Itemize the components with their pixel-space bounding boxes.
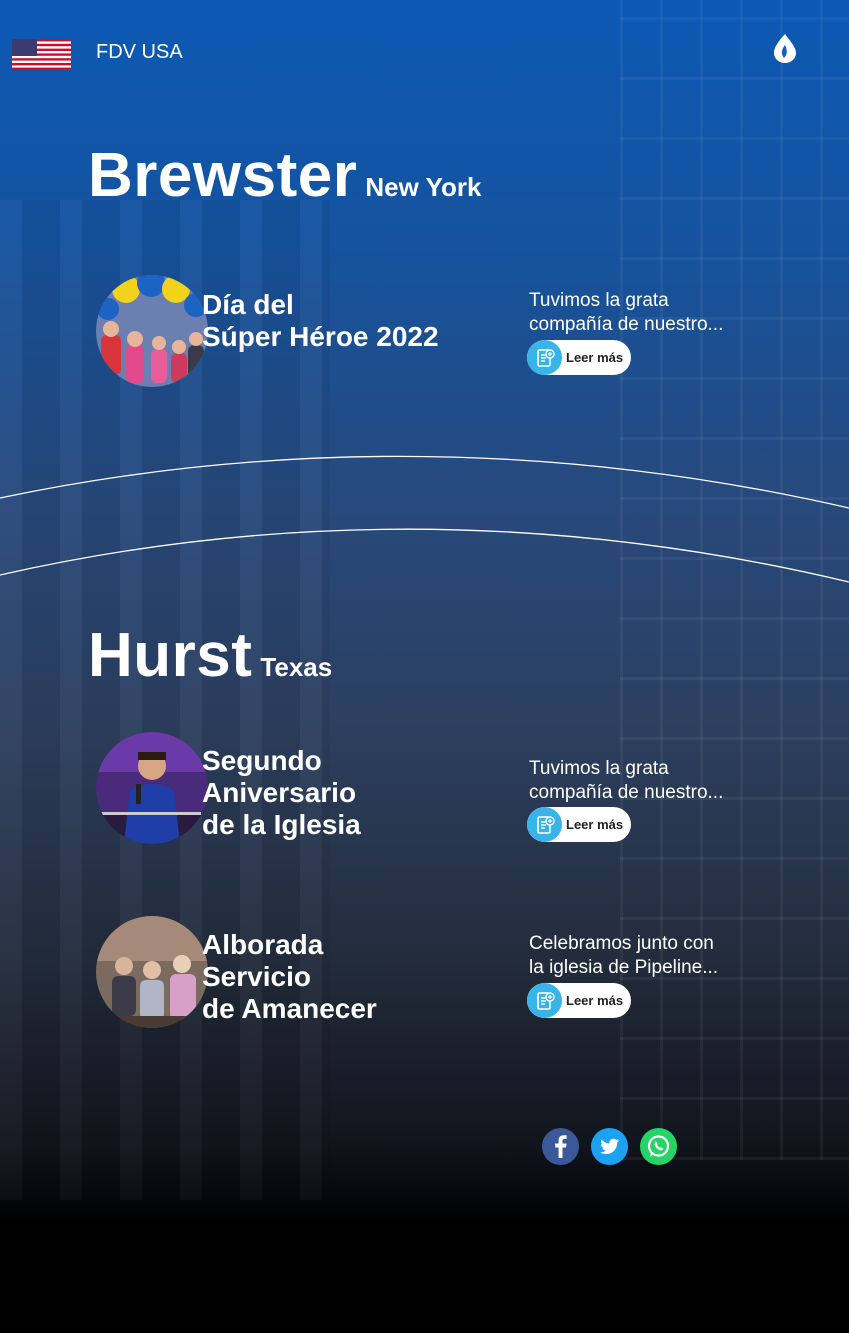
whatsapp-icon[interactable] [640, 1128, 677, 1165]
city-state: New York [365, 172, 482, 202]
event-thumbnail-anniversary[interactable] [96, 732, 208, 844]
event-title[interactable]: Día del Súper Héroe 2022 [202, 289, 439, 353]
us-flag-icon[interactable] [12, 39, 71, 70]
read-more-button[interactable]: Leer más [527, 340, 631, 375]
event-excerpt: Celebramos junto con la iglesia de Pipel… [529, 933, 719, 978]
twitter-icon[interactable] [591, 1128, 628, 1165]
city-name: Hurst [88, 621, 253, 690]
event-excerpt: Tuvimos la grata compañía de nuestro... [529, 290, 724, 335]
read-more-button[interactable]: Leer más [527, 983, 631, 1018]
top-bar: FDV USA [0, 0, 849, 100]
document-add-icon [527, 983, 562, 1018]
flame-drop-icon[interactable] [772, 33, 798, 63]
brand-name[interactable]: FDV USA [96, 41, 183, 64]
document-add-icon [527, 807, 562, 842]
city-heading-hurst: Hurst Texas [88, 620, 332, 691]
event-title[interactable]: Alborada Servicio de Amanecer [202, 929, 377, 1025]
event-title[interactable]: Segundo Aniversario de la Iglesia [202, 745, 361, 841]
city-name: Brewster [88, 141, 358, 210]
decorative-arcs [0, 455, 849, 583]
event-thumbnail-sunrise-service[interactable] [96, 916, 208, 1028]
read-more-button[interactable]: Leer más [527, 807, 631, 842]
event-excerpt: Tuvimos la grata compañía de nuestro... [529, 758, 724, 803]
event-thumbnail-superhero[interactable] [96, 275, 208, 387]
facebook-icon[interactable] [542, 1128, 579, 1165]
city-heading-brewster: Brewster New York [88, 140, 481, 211]
document-add-icon [527, 340, 562, 375]
city-state: Texas [260, 652, 333, 682]
